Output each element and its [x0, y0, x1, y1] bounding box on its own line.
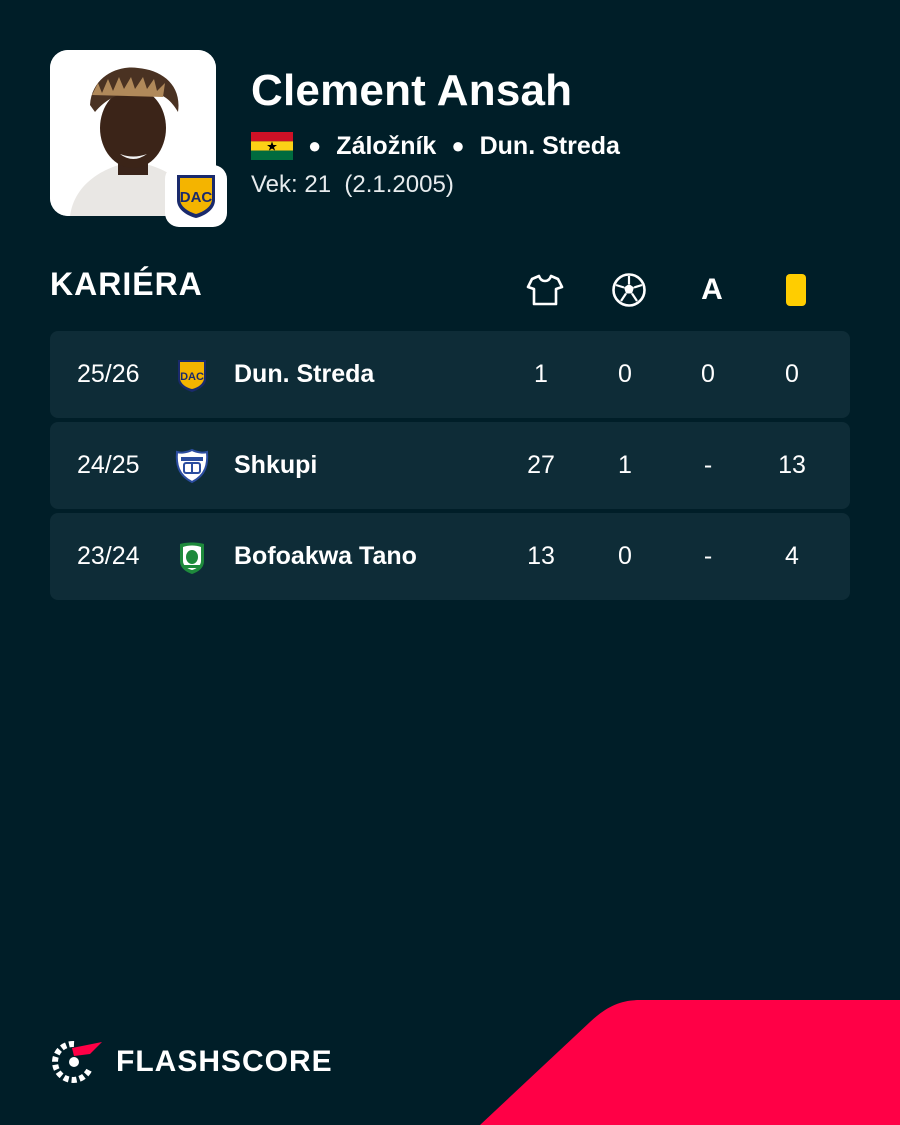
- footer-accent-shape: [480, 1000, 900, 1125]
- flashscore-wordmark: FLASHSCORE: [116, 1045, 333, 1078]
- flashscore-brand: FLASHSCORE: [50, 1038, 333, 1086]
- flashscore-logo-icon: [52, 1040, 102, 1083]
